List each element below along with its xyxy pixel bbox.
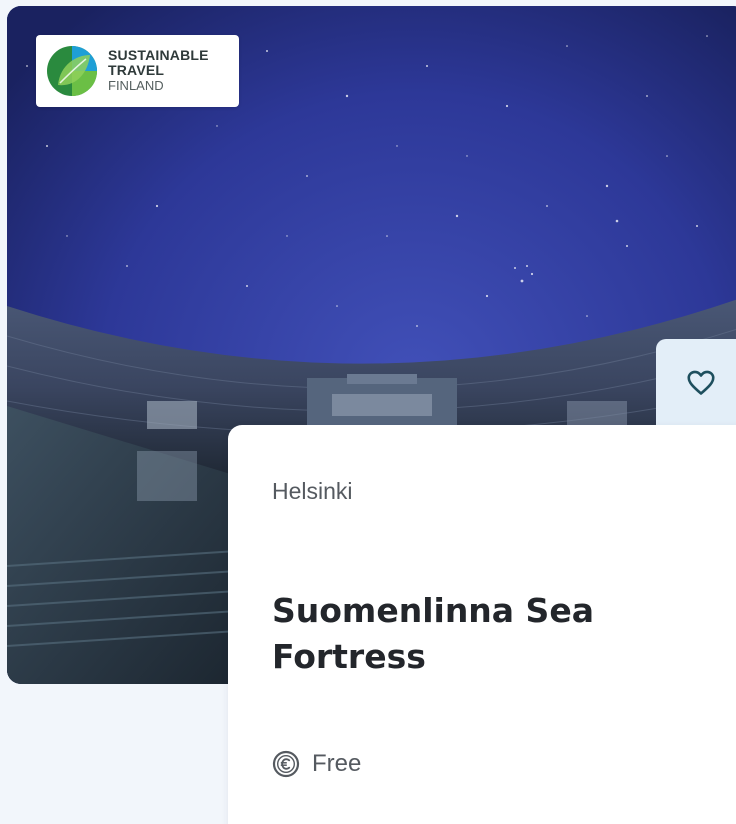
- badge-text: SUSTAINABLE TRAVEL FINLAND: [108, 47, 209, 94]
- heart-icon: [687, 370, 715, 395]
- price-row: Free: [272, 748, 361, 780]
- attraction-title[interactable]: Suomenlinna Sea Fortress: [272, 588, 712, 680]
- leaf-globe-icon: [47, 46, 97, 96]
- sustainable-travel-badge: SUSTAINABLE TRAVEL FINLAND: [36, 35, 239, 107]
- badge-line-finland: FINLAND: [108, 78, 164, 93]
- attraction-card-container: SUSTAINABLE TRAVEL FINLAND Helsinki Suom…: [0, 0, 736, 824]
- location-label: Helsinki: [272, 478, 353, 504]
- euro-coin-icon: [272, 750, 300, 778]
- price-label: Free: [312, 750, 362, 777]
- favorite-button[interactable]: [656, 339, 736, 427]
- badge-line-travel: TRAVEL: [108, 62, 165, 78]
- info-card[interactable]: Helsinki Suomenlinna Sea Fortress Free: [228, 425, 736, 824]
- badge-line-sustainable: SUSTAINABLE: [108, 47, 209, 63]
